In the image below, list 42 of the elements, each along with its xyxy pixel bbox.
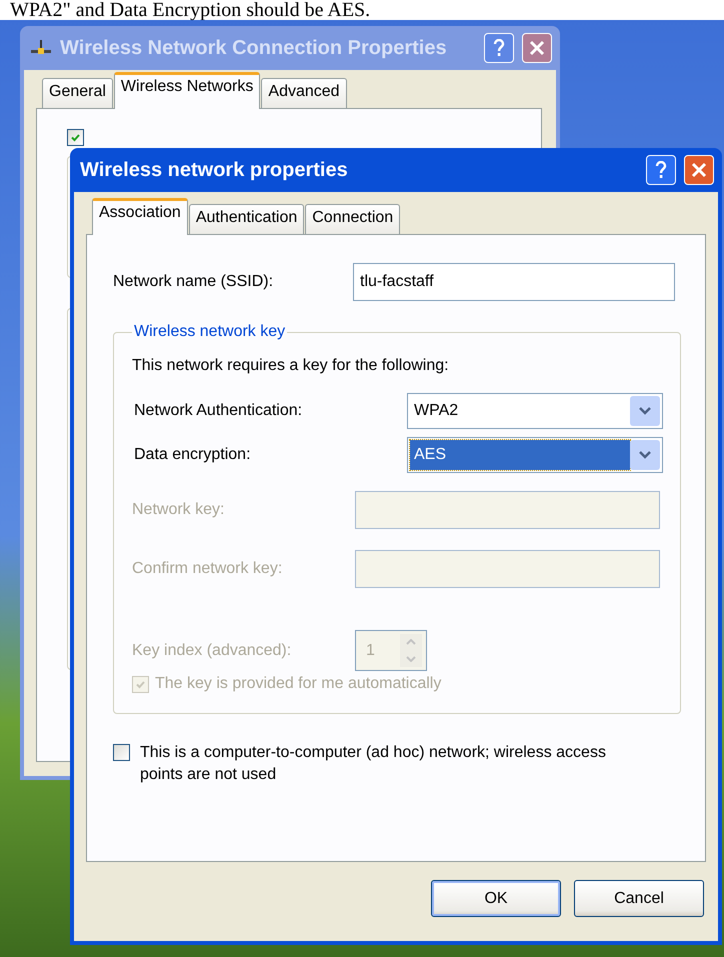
field-label: Data encryption: [134,446,252,464]
spinner-value: 1 [366,642,375,660]
tab[interactable]: Wireless Networks [114,72,260,109]
dropdown-value: AES [410,440,630,470]
window-title: Wireless network properties [80,158,349,182]
instruction-text: This network requires a key for the following: [132,357,450,375]
dropdown[interactable]: WPA2 [407,393,663,429]
caption-text: WPA2" and Data Encryption should be AES. [10,0,370,20]
field-label: Network name (SSID): [113,273,274,291]
close-icon [691,162,707,178]
dialog-button[interactable]: Cancel [574,880,704,917]
checkbox[interactable] [67,129,84,146]
tab[interactable]: Authentication [188,204,304,234]
close-button[interactable] [522,33,552,63]
dropdown-value: WPA2 [413,401,460,421]
help-icon [493,39,505,57]
key-field[interactable] [355,491,660,529]
group-title: Wireless network key [133,323,286,341]
dropdown[interactable]: AES [407,437,663,473]
tab[interactable]: Connection [305,204,400,234]
close-button[interactable] [684,155,714,185]
checkbox-label: The key is provided for me automatically [155,675,442,693]
close-icon [529,40,545,56]
dialog-button[interactable]: OK [431,880,561,917]
tab[interactable]: Advanced [261,78,347,108]
field-label: Network key: [132,501,226,519]
field-label: Confirm network key: [132,560,284,578]
help-button[interactable] [646,155,676,185]
window-title: Wireless Network Connection Properties [60,36,448,60]
help-icon [655,161,667,179]
help-button[interactable] [484,33,514,63]
checkbox-label: This is a computer-to-computer (ad hoc) network; wireless access points are not used [140,743,607,785]
field-label: Key index (advanced): [132,642,292,660]
chevron-down-icon [639,451,651,459]
field-label: Network Authentication: [134,402,304,420]
tab[interactable]: General [42,78,113,108]
chevron-down-icon [639,407,651,415]
network-icon [30,39,52,57]
tab[interactable]: Association [92,198,188,235]
checkbox[interactable] [113,744,130,761]
ssid-field[interactable]: tlu-facstaff [353,263,675,301]
key-field[interactable] [355,550,660,588]
